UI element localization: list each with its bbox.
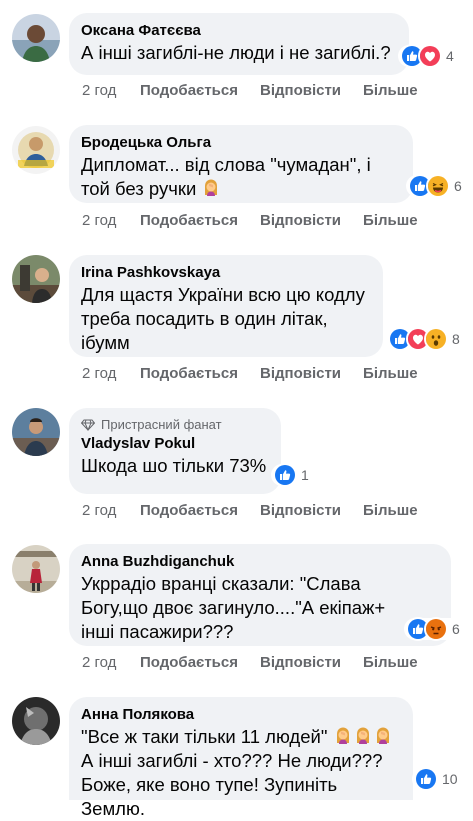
more-button[interactable]: Більше <box>363 212 418 229</box>
comment-author[interactable]: Бродецька Ольга <box>81 133 401 153</box>
like-button[interactable]: Подобається <box>140 502 238 519</box>
reaction-summary[interactable]: 6 <box>406 174 466 198</box>
reaction-count: 6 <box>454 178 462 194</box>
reaction-count: 4 <box>446 48 454 64</box>
reaction-summary[interactable]: 4 <box>398 44 458 68</box>
avatar[interactable] <box>12 545 60 593</box>
comment-author[interactable]: Vladyslav Pokul <box>81 434 269 454</box>
reaction-summary[interactable]: 6 <box>404 617 464 641</box>
comment-author[interactable]: Anna Buzhdiganchuk <box>81 552 439 572</box>
like-icon <box>414 767 438 791</box>
facepalm-emoji-icon <box>353 726 373 746</box>
comment-actions: 2 год Подобається Відповісти Більше <box>82 502 440 519</box>
comment-bubble: Пристрасний фанат Vladyslav Pokul Шкода … <box>69 408 281 494</box>
comment-text: А інші загиблі-не люди і не загиблі.? <box>81 42 391 63</box>
like-button[interactable]: Подобається <box>140 365 238 382</box>
avatar[interactable] <box>12 408 60 456</box>
comment-author[interactable]: Анна Полякова <box>81 705 401 725</box>
comment-time[interactable]: 2 год <box>82 212 140 229</box>
comment-actions: 2 год Подобається Відповісти Більше <box>82 212 440 229</box>
comment-bubble: Бродецька Ольга Дипломат... від слова "ч… <box>69 125 413 203</box>
more-button[interactable]: Більше <box>363 365 418 382</box>
comment-bubble: Оксана Фатєєва А інші загиблі-не люди і … <box>69 13 409 75</box>
comment-actions: 2 год Подобається Відповісти Більше <box>82 654 440 671</box>
like-button[interactable]: Подобається <box>140 82 238 99</box>
comment-text: "Все ж таки тільки 11 людей" А інші заги… <box>81 725 401 821</box>
comment-time[interactable]: 2 год <box>82 82 140 99</box>
reaction-summary[interactable]: 8 <box>386 327 464 351</box>
comment-text: Для щастя України всю цю кодлу треба пос… <box>81 284 365 353</box>
comment-author[interactable]: Оксана Фатєєва <box>81 21 397 41</box>
more-button[interactable]: Більше <box>363 82 418 99</box>
comment-actions: 2 год Подобається Відповісти Більше <box>82 82 440 99</box>
facepalm-emoji-icon <box>333 726 353 746</box>
facepalm-emoji-icon <box>201 178 221 198</box>
wow-icon <box>424 327 448 351</box>
comment-bubble: Anna Buzhdiganchuk Укррадіо вранці сказа… <box>69 544 451 646</box>
avatar[interactable] <box>12 255 60 303</box>
facepalm-emoji-icon <box>373 726 393 746</box>
comment-text: Укррадіо вранці сказали: "Слава Богу,що … <box>81 573 386 642</box>
like-button[interactable]: Подобається <box>140 212 238 229</box>
avatar[interactable] <box>12 697 60 745</box>
reaction-summary[interactable]: 1 <box>271 463 313 487</box>
reaction-count: 8 <box>452 331 460 347</box>
comment-text: Дипломат... від слова "чумадан", і той б… <box>81 154 371 199</box>
love-icon <box>418 44 442 68</box>
reaction-count: 10 <box>442 771 458 787</box>
comment-bubble: Irina Pashkovskaya Для щастя України всю… <box>69 255 383 357</box>
reply-button[interactable]: Відповісти <box>260 82 341 99</box>
more-button[interactable]: Більше <box>363 654 418 671</box>
reply-button[interactable]: Відповісти <box>260 654 341 671</box>
avatar[interactable] <box>12 126 60 174</box>
top-fan-badge: Пристрасний фанат <box>81 416 269 434</box>
diamond-icon <box>81 419 95 431</box>
reaction-summary[interactable]: 10 <box>412 767 462 791</box>
comment-bubble: Анна Полякова "Все ж таки тільки 11 люде… <box>69 697 413 819</box>
reaction-count: 1 <box>301 467 309 483</box>
more-button[interactable]: Більше <box>363 502 418 519</box>
haha-icon <box>426 174 450 198</box>
reply-button[interactable]: Відповісти <box>260 212 341 229</box>
like-icon <box>273 463 297 487</box>
comment-time[interactable]: 2 год <box>82 365 140 382</box>
like-button[interactable]: Подобається <box>140 654 238 671</box>
reply-button[interactable]: Відповісти <box>260 502 341 519</box>
reaction-count: 6 <box>452 621 460 637</box>
angry-icon <box>424 617 448 641</box>
avatar[interactable] <box>12 14 60 62</box>
comment-text: Шкода шо тільки 73% <box>81 455 267 476</box>
comment-time[interactable]: 2 год <box>82 654 140 671</box>
reply-button[interactable]: Відповісти <box>260 365 341 382</box>
comment-time[interactable]: 2 год <box>82 502 140 519</box>
comment-actions: 2 год Подобається Відповісти Більше <box>82 365 440 382</box>
comment-author[interactable]: Irina Pashkovskaya <box>81 263 371 283</box>
